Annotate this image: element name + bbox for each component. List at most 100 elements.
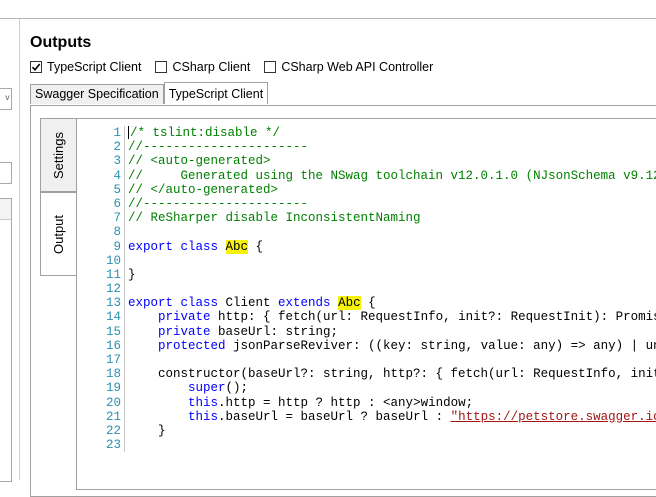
output-checkboxes: TypeScript Client CSharp Client CSharp W… — [30, 58, 447, 76]
line-number: 10 — [105, 253, 121, 268]
code-lines: 1 /* tslint:disable */ 2 //----------------… — [77, 126, 656, 453]
code-line: 22 } — [77, 423, 656, 439]
line-number: 4 — [113, 168, 121, 183]
code-text: // Generated using the NSwag toolchain v… — [128, 169, 656, 183]
code-text: this.baseUrl = baseUrl ? baseUrl : "http… — [128, 410, 656, 424]
gutter-separator — [124, 423, 125, 439]
gutter-separator — [124, 381, 125, 396]
csharp-web-api-controller-checkbox[interactable]: CSharp Web API Controller — [264, 60, 433, 74]
typescript-client-checkbox[interactable]: TypeScript Client — [30, 60, 141, 74]
gutter-separator — [124, 211, 125, 226]
left-list[interactable] — [0, 198, 12, 482]
highlighted-token: Abc — [225, 239, 249, 254]
tab-settings[interactable]: Settings — [40, 118, 76, 192]
gutter-separator — [124, 182, 125, 197]
checkbox-box[interactable] — [30, 61, 42, 73]
line-number: 22 — [105, 423, 121, 438]
code-token: protected — [158, 338, 234, 353]
code-line: 4 // Generated using the NSwag toolchain … — [77, 168, 656, 183]
gutter-separator — [124, 367, 125, 382]
gutter-separator — [124, 324, 125, 339]
gutter-separator — [124, 239, 125, 254]
code-line: 16 protected jsonParseReviver: ((key: st… — [77, 338, 656, 353]
checkbox-box[interactable] — [155, 61, 168, 73]
code-token: this — [188, 409, 219, 424]
line-number: 1 — [113, 126, 121, 140]
checkbox-box[interactable] — [264, 61, 277, 73]
gutter-separator — [124, 296, 125, 311]
gutter-separator — [124, 282, 125, 297]
document-tabs: Swagger Specification TypeScript Client — [30, 82, 269, 105]
outputs-title: Outputs — [30, 34, 92, 51]
line-number: 19 — [105, 381, 121, 396]
code-token: jsonParseReviver: ((key: string, value: … — [233, 338, 656, 353]
text-caret — [128, 126, 129, 140]
code-token: } — [128, 267, 136, 282]
code-token: // <auto-generated> — [128, 154, 271, 169]
code-text: constructor(baseUrl?: string, http?: { f… — [128, 367, 656, 381]
gutter-separator — [124, 353, 125, 368]
gutter-separator — [124, 438, 125, 453]
line-number: 17 — [105, 353, 121, 367]
code-token: Client — [225, 296, 279, 311]
code-token: (); — [225, 381, 249, 396]
code-line: 21 this.baseUrl = baseUrl ? baseUrl : "h… — [77, 409, 656, 424]
code-text: //---------------------- — [128, 140, 308, 154]
code-line: 23 — [77, 438, 656, 453]
code-token: this — [188, 395, 219, 410]
code-token: export class — [128, 296, 226, 311]
gutter-separator — [124, 196, 125, 212]
code-token: // ReSharper disable InconsistentNaming — [128, 211, 421, 226]
code-text: /* tslint:disable */ — [128, 126, 280, 140]
code-token: http: { fetch(url: RequestInfo, init?: R… — [218, 310, 656, 325]
tab-typescript-client[interactable]: TypeScript Client — [163, 82, 269, 104]
code-token: .baseUrl = baseUrl ? baseUrl : — [218, 409, 451, 424]
gutter-separator — [124, 154, 125, 169]
line-number: 9 — [113, 239, 121, 254]
gutter-separator — [124, 395, 125, 410]
line-number: 2 — [113, 140, 121, 155]
code-line: 17 — [77, 353, 656, 368]
highlighted-token: Abc — [338, 296, 361, 311]
code-editor[interactable]: 1 /* tslint:disable */ 2 //----------------… — [76, 118, 656, 490]
code-line: 3 // <auto-generated> — [77, 154, 656, 169]
csharp-client-checkbox[interactable]: CSharp Client — [155, 60, 250, 74]
left-panel: ˅ — [0, 0, 20, 482]
left-list-header — [0, 199, 11, 220]
code-token: constructor(baseUrl?: string, http?: { f… — [128, 367, 656, 382]
code-token: { — [360, 296, 376, 311]
code-text: } — [128, 268, 136, 282]
code-token: // Generated using the NSwag toolchain v… — [128, 168, 656, 183]
code-line: 7 // ReSharper disable InconsistentNaming — [77, 211, 656, 226]
code-token: super — [188, 381, 226, 396]
tab-swagger-specification[interactable]: Swagger Specification — [30, 84, 164, 104]
gutter-separator — [124, 338, 125, 353]
code-token: //---------------------- — [128, 140, 309, 155]
gutter-separator — [124, 409, 125, 424]
code-line: 10 — [77, 253, 656, 268]
line-number: 20 — [105, 395, 121, 410]
panel-splitter[interactable] — [19, 19, 20, 480]
code-token: "https://petstore.swagger.io/v — [450, 409, 656, 424]
code-text: } — [128, 424, 166, 438]
code-text: super(); — [128, 381, 248, 395]
gutter-separator — [124, 253, 125, 268]
tab-output[interactable]: Output — [40, 192, 76, 276]
code-text: private http: { fetch(url: RequestInfo, … — [128, 310, 656, 324]
code-text: // </auto-generated> — [128, 183, 278, 197]
code-line: 18 constructor(baseUrl?: string, http?: … — [77, 367, 656, 382]
code-line: 2 //---------------------- — [77, 140, 656, 155]
code-text: export class Abc { — [128, 239, 263, 254]
left-input[interactable] — [0, 162, 12, 184]
line-number: 14 — [105, 310, 121, 325]
left-dropdown[interactable]: ˅ — [0, 88, 12, 110]
code-line: 11} — [77, 267, 656, 283]
checkbox-label: CSharp Web API Controller — [281, 60, 434, 74]
checkbox-label: TypeScript Client — [47, 60, 142, 74]
